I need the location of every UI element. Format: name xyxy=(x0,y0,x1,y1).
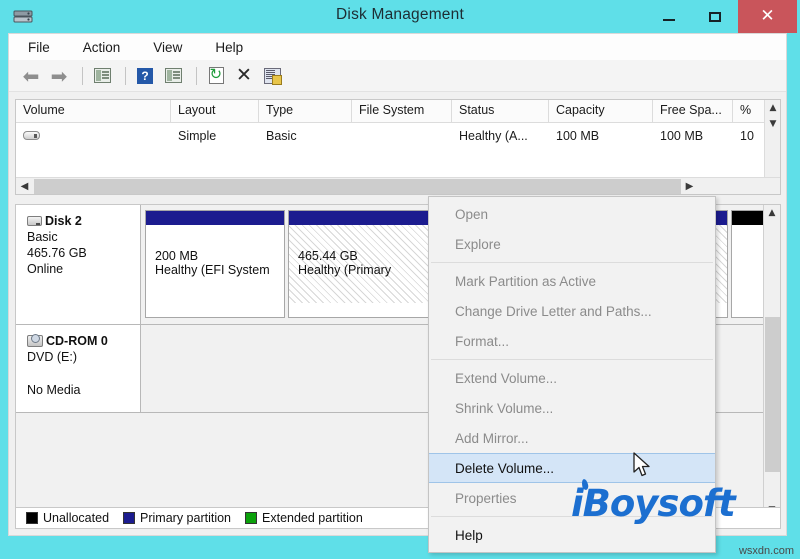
menu-separator xyxy=(431,262,713,263)
menu-item-mark-partition-as-active[interactable]: Mark Partition as Active xyxy=(429,266,715,296)
minimize-icon xyxy=(663,18,675,21)
partition-color-bar xyxy=(732,211,764,225)
legend-label: Extended partition xyxy=(262,511,363,525)
scroll-up-icon[interactable]: ▲ xyxy=(765,100,781,116)
legend-item-extended: Extended partition xyxy=(245,511,363,525)
hard-disk-icon xyxy=(27,216,42,226)
disk-type: DVD (E:) xyxy=(27,350,77,364)
menu-item-explore[interactable]: Explore xyxy=(429,229,715,259)
cd-rom-icon xyxy=(27,334,43,347)
legend-label: Unallocated xyxy=(43,511,110,525)
scroll-down-icon[interactable]: ▼ xyxy=(765,116,781,132)
volume-list: Volume Layout Type File System Status Ca… xyxy=(15,99,781,195)
legend-label: Primary partition xyxy=(140,511,232,525)
partition-size: 200 MB xyxy=(155,249,199,263)
scroll-up-icon[interactable]: ▲ xyxy=(764,205,780,221)
column-header-capacity[interactable]: Capacity xyxy=(549,100,653,122)
cell-free-space: 100 MB xyxy=(660,128,704,143)
legend-swatch xyxy=(26,512,38,524)
show-action-pane-icon[interactable] xyxy=(161,64,185,88)
menu-item-format[interactable]: Format... xyxy=(429,326,715,356)
cell-type: Basic xyxy=(266,128,297,143)
column-header-type[interactable]: Type xyxy=(259,100,352,122)
menu-item-delete-volume[interactable]: Delete Volume... xyxy=(429,453,715,483)
disk-view-vertical-scrollbar[interactable]: ▲ ▼ xyxy=(763,205,780,518)
cell-status: Healthy (A... xyxy=(459,128,528,143)
vertical-scroll-thumb[interactable] xyxy=(765,317,780,472)
menu-action[interactable]: Action xyxy=(80,38,124,57)
disk-name: CD-ROM 0 xyxy=(46,334,108,348)
menu-separator xyxy=(431,359,713,360)
disk-type: Basic xyxy=(27,230,58,244)
menu-item-extend-volume[interactable]: Extend Volume... xyxy=(429,363,715,393)
partition-details xyxy=(732,225,764,303)
title-bar: Disk Management ✕ xyxy=(0,0,800,33)
partition-status: Healthy (EFI System xyxy=(155,263,270,277)
partition-unallocated[interactable] xyxy=(731,210,765,318)
source-watermark: wsxdn.com xyxy=(738,545,794,557)
cell-layout: Simple xyxy=(178,128,217,143)
menu-item-shrink-volume[interactable]: Shrink Volume... xyxy=(429,393,715,423)
column-header-volume[interactable]: Volume xyxy=(16,100,171,122)
legend-swatch xyxy=(123,512,136,524)
disk-management-window: Disk Management ✕ File Action View Help … xyxy=(0,0,800,559)
menu-item-change-drive-letter-and-paths[interactable]: Change Drive Letter and Paths... xyxy=(429,296,715,326)
legend-item-primary: Primary partition xyxy=(123,511,231,525)
delete-icon[interactable]: ✕ xyxy=(232,64,256,88)
table-row[interactable]: Simple Basic Healthy (A... 100 MB 100 MB… xyxy=(16,123,780,148)
maximize-button[interactable] xyxy=(692,0,738,33)
disk-name: Disk 2 xyxy=(45,214,82,228)
disk-title: CD-ROM 0 xyxy=(27,334,140,348)
disk-info-cdrom[interactable]: CD-ROM 0 DVD (E:) No Media xyxy=(16,325,141,412)
volume-list-header: Volume Layout Type File System Status Ca… xyxy=(16,100,780,123)
column-header-file-system[interactable]: File System xyxy=(352,100,452,122)
maximize-icon xyxy=(709,11,721,22)
disk-size: 465.76 GB xyxy=(27,246,87,260)
scroll-right-icon[interactable]: ▶ xyxy=(681,178,698,195)
forward-arrow-icon[interactable]: ➡ xyxy=(47,64,71,88)
cell-percent: 10 xyxy=(740,128,754,143)
cell-capacity: 100 MB xyxy=(556,128,600,143)
back-arrow-icon[interactable]: ⬅ xyxy=(19,64,43,88)
minimize-button[interactable] xyxy=(646,0,692,33)
legend-item-unallocated: Unallocated xyxy=(26,511,109,525)
legend-swatch xyxy=(245,512,258,524)
close-button[interactable]: ✕ xyxy=(738,0,797,33)
partition-color-bar xyxy=(146,211,284,225)
column-header-free-space[interactable]: Free Spa... xyxy=(653,100,733,122)
toolbar-separator xyxy=(125,66,126,85)
disk-info-disk2[interactable]: Disk 2 Basic 465.76 GB Online xyxy=(16,205,141,324)
menu-bar: File Action View Help xyxy=(9,34,786,60)
disk-spacer xyxy=(27,366,140,381)
properties-icon[interactable] xyxy=(260,64,284,88)
menu-item-open[interactable]: Open xyxy=(429,199,715,229)
partition-details: 200 MB Healthy (EFI System xyxy=(146,225,284,303)
horizontal-scroll-thumb[interactable] xyxy=(34,178,681,194)
column-header-status[interactable]: Status xyxy=(452,100,549,122)
refresh-icon[interactable] xyxy=(204,64,228,88)
volume-list-horizontal-scrollbar[interactable]: ◀ ▶ xyxy=(16,177,780,194)
disk-title: Disk 2 xyxy=(27,214,140,228)
volume-icon xyxy=(23,131,40,140)
disk-state: Online xyxy=(27,262,64,276)
disk-state: No Media xyxy=(27,383,81,397)
close-icon: ✕ xyxy=(760,6,775,26)
menu-file[interactable]: File xyxy=(25,38,53,57)
column-header-percent[interactable]: % xyxy=(733,100,765,122)
partition-efi[interactable]: 200 MB Healthy (EFI System xyxy=(145,210,285,318)
mouse-cursor xyxy=(633,452,653,485)
toolbar: ⬅ ➡ ? ✕ xyxy=(9,60,786,92)
help-icon[interactable]: ? xyxy=(133,64,157,88)
toolbar-separator xyxy=(82,66,83,85)
menu-view[interactable]: View xyxy=(150,38,185,57)
toolbar-separator xyxy=(196,66,197,85)
show-hide-console-tree-icon[interactable] xyxy=(90,64,114,88)
menu-help[interactable]: Help xyxy=(212,38,246,57)
menu-item-add-mirror[interactable]: Add Mirror... xyxy=(429,423,715,453)
iboysoft-watermark: iBoysoft xyxy=(571,482,736,525)
scroll-left-icon[interactable]: ◀ xyxy=(16,178,33,195)
column-header-layout[interactable]: Layout xyxy=(171,100,259,122)
